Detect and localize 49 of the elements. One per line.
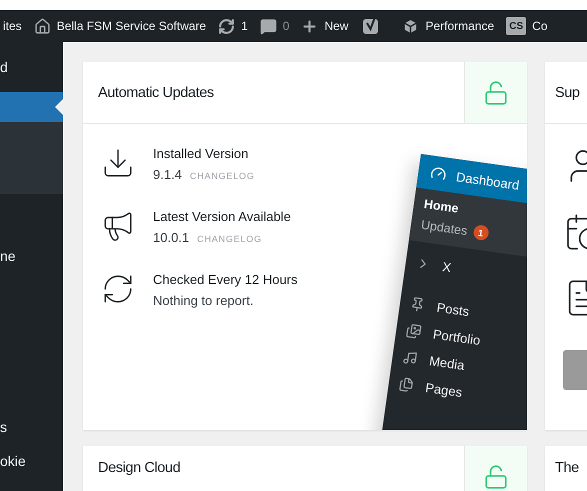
submenu-label: Updates (420, 217, 468, 238)
plus-icon (301, 18, 318, 34)
version-number: 10.0.1 (153, 230, 190, 245)
card-title: Sup (554, 84, 581, 102)
toolbar-item[interactable]: 1 (212, 10, 254, 42)
card-title: Automatic Updates (97, 84, 215, 102)
toolbar-label: ites (3, 19, 22, 33)
cube-icon (402, 18, 420, 34)
card-title: Design Cloud (97, 459, 182, 478)
toolbar-item[interactable]: CS Co (500, 10, 554, 42)
update-title: Checked Every 12 Hours (153, 272, 298, 287)
menu-label: Pages (424, 380, 464, 400)
menu-label: Portfolio (432, 326, 482, 348)
toolbar-item[interactable]: New (295, 10, 354, 42)
toolbar-label: 1 (241, 19, 248, 33)
comment-icon (260, 18, 277, 34)
sidebar-item[interactable]: d (0, 42, 63, 92)
sidebar-item[interactable]: ne (0, 239, 63, 273)
pages-icon (398, 376, 415, 394)
submenu-panel (0, 122, 63, 194)
sidebar-item[interactable]: okie (0, 444, 63, 478)
toolbar-label: Co (532, 19, 548, 33)
sidebar-item[interactable] (0, 92, 63, 122)
unlocked-icon (483, 464, 509, 490)
update-title: Latest Version Available (153, 209, 291, 224)
toolbar-label: Performance (425, 19, 494, 33)
version-number: 9.1.4 (153, 167, 182, 182)
cs-badge: CS (506, 17, 526, 35)
home-icon (34, 18, 51, 34)
card-title: The (554, 459, 580, 478)
menu-label: Posts (436, 300, 470, 320)
toolbar-item[interactable]: 0 (254, 10, 296, 42)
menu-label: X (442, 259, 452, 276)
toolbar-item[interactable]: ites (0, 10, 28, 42)
toolbar-label: New (324, 19, 348, 33)
refresh-icon (218, 18, 236, 34)
toolbar-label: 0 (282, 19, 290, 33)
toolbar-label: Bella FSM Service Software (56, 19, 206, 33)
unlocked-icon (483, 80, 509, 106)
count-badge: 1 (472, 224, 490, 242)
sidebar-item[interactable]: s (0, 410, 63, 444)
menu-header: Dashboard (455, 168, 520, 192)
toolbar-item[interactable]: Performance (396, 10, 500, 42)
menu-label: Media (428, 353, 466, 374)
status-text: Nothing to report. (153, 293, 254, 308)
images-icon (405, 322, 422, 340)
toolbar-item[interactable]: Bella FSM Service Software (28, 10, 212, 42)
submenu-label: Home (423, 196, 460, 216)
update-title: Installed Version (153, 146, 250, 161)
